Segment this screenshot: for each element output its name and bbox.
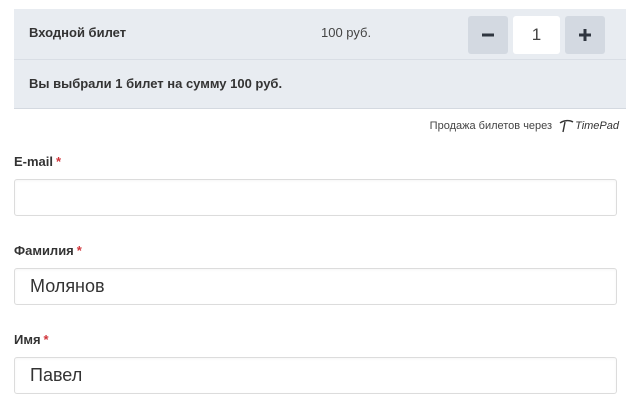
last-name-label-text: Фамилия: [14, 243, 74, 258]
last-name-label: Фамилия *: [14, 243, 82, 258]
required-mark: *: [43, 332, 49, 347]
last-name-field[interactable]: [14, 268, 617, 305]
first-name-label-text: Имя: [14, 332, 41, 347]
email-label: E-mail *: [14, 154, 61, 169]
timepad-logo[interactable]: TimePad: [558, 119, 619, 133]
first-name-field[interactable]: [14, 357, 617, 394]
required-mark: *: [76, 243, 82, 258]
powered-by: Продажа билетов через TimePad: [430, 119, 619, 133]
minus-icon: [482, 33, 494, 37]
email-field[interactable]: [14, 179, 617, 216]
first-name-label: Имя *: [14, 332, 49, 347]
quantity-value[interactable]: 1: [513, 16, 560, 54]
timepad-brand: TimePad: [575, 120, 619, 132]
ticket-panel: Входной билет 100 руб. 1 Вы выбрали 1 би…: [14, 9, 626, 109]
ticket-price: 100 руб.: [321, 25, 372, 40]
timepad-swoosh-icon: [559, 119, 574, 133]
email-label-text: E-mail: [14, 154, 54, 169]
required-mark: *: [56, 154, 62, 169]
order-summary: Вы выбрали 1 билет на сумму 100 руб.: [29, 76, 283, 91]
powered-by-text[interactable]: Продажа билетов через: [430, 120, 552, 132]
ticket-row: Входной билет 100 руб. 1: [14, 9, 626, 60]
increase-quantity-button[interactable]: [565, 16, 605, 54]
decrease-quantity-button[interactable]: [468, 16, 508, 54]
plus-icon: [579, 29, 591, 41]
ticket-name: Входной билет: [29, 25, 127, 40]
